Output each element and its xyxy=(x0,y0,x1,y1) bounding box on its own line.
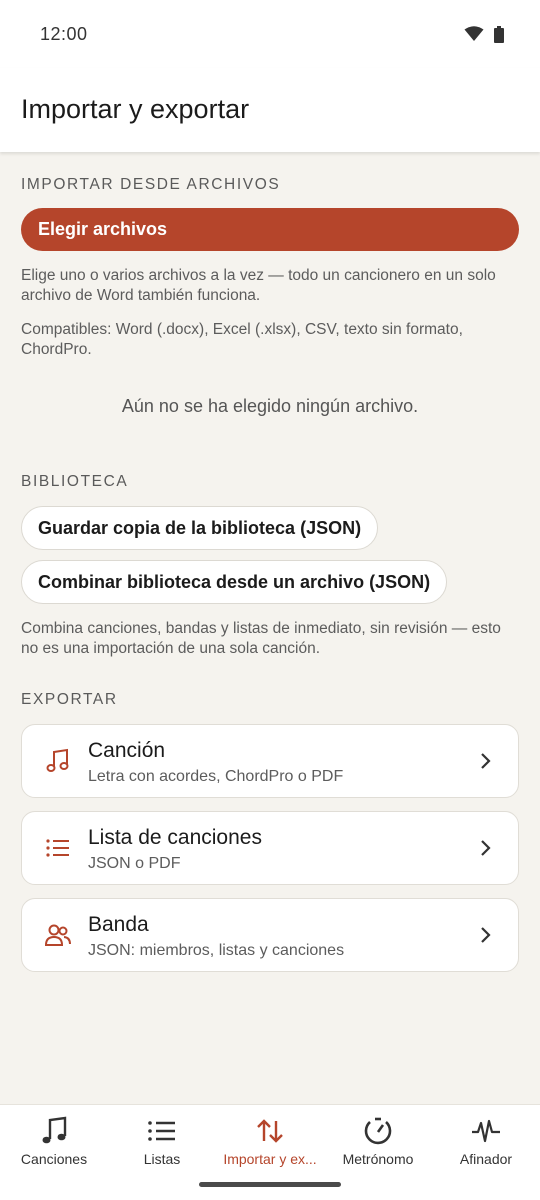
page-title: Importar y exportar xyxy=(21,94,250,124)
tuner-icon xyxy=(472,1119,500,1143)
export-setlist-subtitle: JSON o PDF xyxy=(88,855,181,872)
nav-item-tuner[interactable]: Afinador xyxy=(432,1105,540,1185)
list-icon xyxy=(148,1121,175,1141)
main-content[interactable]: IMPORTAR DESDE ARCHIVOS Elegir archivos … xyxy=(0,152,540,1104)
library-help-text: Combina canciones, bandas y listas de in… xyxy=(21,620,501,657)
chevron-right-icon xyxy=(481,840,491,856)
import-export-icon xyxy=(257,1119,283,1143)
export-setlist-title: Lista de canciones xyxy=(88,826,262,849)
nav-label-songs: Canciones xyxy=(20,1151,88,1167)
import-help-text: Elige uno o varios archivos a la vez — t… xyxy=(21,267,496,304)
people-icon xyxy=(44,924,71,946)
status-icons xyxy=(464,25,504,43)
save-library-copy-button[interactable]: Guardar copia de la biblioteca (JSON) xyxy=(21,506,379,550)
export-song-card[interactable]: Canción Letra con acordes, ChordPro o PD… xyxy=(21,724,519,798)
nav-item-lists[interactable]: Listas xyxy=(108,1105,216,1185)
nav-label-lists: Listas xyxy=(143,1151,181,1167)
metronome-icon xyxy=(364,1117,392,1145)
list-icon xyxy=(46,839,69,857)
choose-files-button[interactable]: Elegir archivos xyxy=(21,208,519,251)
export-section-header: EXPORTAR xyxy=(21,691,118,708)
library-section-header: BIBLIOTECA xyxy=(21,473,129,490)
status-bar: 12:00 xyxy=(0,0,540,68)
nav-label-import-export: Importar y ex... xyxy=(223,1151,317,1167)
status-time: 12:00 xyxy=(40,23,88,44)
export-band-title: Banda xyxy=(88,913,149,936)
nav-item-import-export[interactable]: Importar y ex... xyxy=(216,1105,324,1185)
export-song-subtitle: Letra con acordes, ChordPro o PDF xyxy=(88,768,344,785)
supported-formats-text: Compatibles: Word (.docx), Excel (.xlsx)… xyxy=(21,321,463,358)
music-note-icon xyxy=(42,1116,67,1144)
battery-icon xyxy=(494,25,504,43)
nav-item-songs[interactable]: Canciones xyxy=(0,1105,108,1185)
home-indicator[interactable] xyxy=(199,1182,341,1187)
nav-item-metronome[interactable]: Metrónomo xyxy=(324,1105,432,1185)
no-file-chosen-text: Aún no se ha elegido ningún archivo. xyxy=(121,396,419,416)
music-note-icon xyxy=(46,748,69,772)
nav-label-metronome: Metrónomo xyxy=(342,1151,414,1167)
export-setlist-card[interactable]: Lista de canciones JSON o PDF xyxy=(21,811,519,885)
chevron-right-icon xyxy=(481,927,491,943)
export-song-title: Canción xyxy=(88,739,166,762)
import-section-header: IMPORTAR DESDE ARCHIVOS xyxy=(21,176,281,193)
export-band-subtitle: JSON: miembros, listas y canciones xyxy=(88,942,345,959)
wifi-icon xyxy=(464,26,484,41)
export-band-card[interactable]: Banda JSON: miembros, listas y canciones xyxy=(21,898,519,972)
merge-library-button[interactable]: Combinar biblioteca desde un archivo (JS… xyxy=(21,560,448,604)
nav-label-tuner: Afinador xyxy=(459,1151,513,1167)
app-bar: Importar y exportar xyxy=(0,68,540,152)
chevron-right-icon xyxy=(481,753,491,769)
